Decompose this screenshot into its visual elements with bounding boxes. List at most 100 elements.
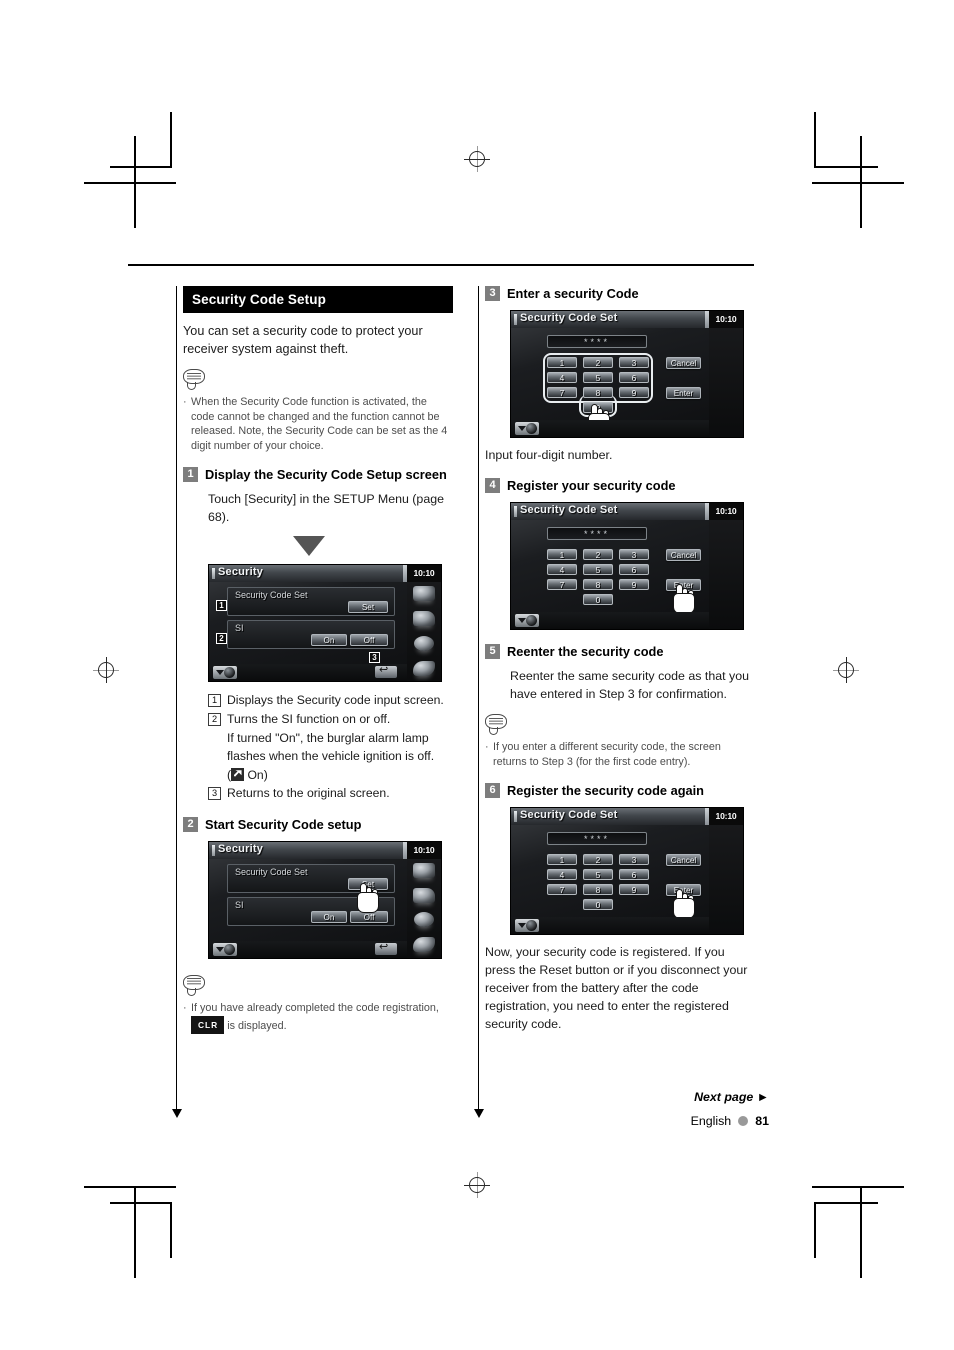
next-page-link[interactable]: Next page ► (694, 1090, 769, 1104)
source-icon-4[interactable] (407, 933, 441, 958)
callout-text-detail: If turned "On", the burglar alarm lamp f… (227, 730, 435, 764)
list-item: 3 Returns to the original screen. (208, 784, 453, 803)
return-button[interactable] (375, 663, 397, 679)
screen-security-1: Security 10:10 Security Code Set Set 1 S… (208, 564, 442, 683)
key-6[interactable]: 6 (619, 869, 649, 881)
key-8[interactable]: 8 (583, 579, 613, 590)
step-title: Enter a security Code (507, 286, 639, 301)
volume-down-icon[interactable] (213, 942, 237, 956)
left-column-guide (172, 286, 182, 1118)
key-5[interactable]: 5 (583, 869, 613, 881)
callout-text: Returns to the original screen. (227, 786, 390, 801)
key-1[interactable]: 1 (547, 549, 577, 560)
step-6-caption: Now, your security code is registered. I… (485, 945, 748, 1032)
return-button[interactable] (375, 940, 397, 955)
key-2[interactable]: 2 (583, 549, 613, 560)
step-number: 2 (183, 816, 198, 832)
source-icon-3[interactable] (407, 632, 441, 657)
step-title: Register your security code (507, 478, 676, 493)
screen-source-rail (709, 328, 743, 437)
key-1[interactable]: 1 (547, 854, 577, 866)
cancel-button[interactable]: Cancel (666, 357, 701, 369)
row-label: SI (235, 623, 244, 634)
key-3[interactable]: 3 (619, 854, 649, 866)
callout-number: 3 (208, 787, 221, 801)
key-4[interactable]: 4 (547, 869, 577, 881)
volume-down-icon[interactable] (213, 666, 237, 680)
source-icon-1[interactable] (407, 859, 441, 884)
volume-down-icon[interactable] (515, 614, 539, 627)
row-si[interactable]: SI On Off (227, 620, 395, 650)
cancel-button[interactable]: Cancel (666, 549, 701, 561)
cancel-button[interactable]: Cancel (666, 854, 701, 867)
si-on-button[interactable]: On (311, 634, 347, 647)
row-label: SI (235, 899, 244, 910)
callout-marker-1: 1 (216, 600, 227, 612)
key-4[interactable]: 4 (547, 564, 577, 575)
volume-down-icon[interactable] (515, 919, 539, 933)
screen-titlebar: Security Code Set (511, 311, 709, 328)
source-icon-1[interactable] (407, 582, 441, 607)
key-8[interactable]: 8 (583, 387, 613, 398)
key-4[interactable]: 4 (547, 372, 577, 383)
page-footer: English 81 (691, 1114, 769, 1128)
callout-marker-2: 2 (216, 633, 227, 645)
key-7[interactable]: 7 (547, 884, 577, 896)
key-1[interactable]: 1 (547, 357, 577, 368)
screen-source-rail (407, 858, 441, 958)
row-label: Security Code Set (235, 866, 308, 877)
pointer-hand-icon (355, 882, 381, 913)
key-7[interactable]: 7 (547, 579, 577, 590)
key-2[interactable]: 2 (583, 854, 613, 866)
key-9[interactable]: 9 (619, 884, 649, 896)
set-button[interactable]: Set (348, 601, 388, 614)
flow-arrow-icon (293, 536, 325, 557)
volume-down-icon[interactable] (515, 422, 539, 435)
key-9[interactable]: 9 (619, 579, 649, 590)
key-8[interactable]: 8 (583, 884, 613, 896)
source-icon-2[interactable] (407, 607, 441, 632)
note-bullet: · (183, 1001, 187, 1014)
key-5[interactable]: 5 (583, 564, 613, 575)
code-display: **** (547, 335, 647, 348)
list-item: 2 Turns the SI function on or off. If tu… (208, 710, 453, 784)
step-number: 5 (485, 644, 500, 659)
key-9[interactable]: 9 (619, 387, 649, 398)
step-1: 1 Display the Security Code Setup screen (183, 467, 453, 483)
footer-bullet-icon (738, 1116, 749, 1126)
note-block-1: · When the Security Code function is act… (183, 369, 453, 453)
key-2[interactable]: 2 (583, 357, 613, 368)
key-3[interactable]: 3 (619, 357, 649, 368)
pointer-hand-icon (671, 888, 697, 920)
step-2: 2 Start Security Code setup (183, 816, 453, 832)
callout-text: Displays the Security code input screen. (227, 693, 444, 708)
source-icon-4[interactable] (407, 657, 441, 682)
si-off-button[interactable]: Off (350, 634, 388, 647)
screen-titlebar: Security Code Set (511, 503, 709, 520)
screen-title: Security (211, 842, 264, 856)
code-display: **** (547, 832, 647, 846)
step-title: Reenter the security code (507, 644, 664, 659)
si-on-button[interactable]: On (311, 910, 347, 923)
note-bubble-icon (485, 714, 511, 736)
note-text: If you enter a different security code, … (493, 741, 721, 768)
key-0[interactable]: 0 (583, 594, 613, 605)
screen-security-2: Security 10:10 Security Code Set Set SI … (208, 840, 442, 959)
key-5[interactable]: 5 (583, 372, 613, 383)
source-icon-2[interactable] (407, 884, 441, 909)
key-6[interactable]: 6 (619, 372, 649, 383)
row-security-code-set[interactable]: Security Code Set Set (227, 587, 395, 617)
key-7[interactable]: 7 (547, 387, 577, 398)
source-icon-3[interactable] (407, 908, 441, 933)
clr-badge: CLR (191, 1015, 225, 1035)
note-bubble-icon (183, 974, 209, 997)
enter-button[interactable]: Enter (666, 387, 701, 399)
key-0[interactable]: 0 (583, 899, 613, 911)
callout-number: 2 (208, 712, 221, 726)
key-6[interactable]: 6 (619, 564, 649, 575)
header-rule (128, 264, 754, 266)
callout-default-value: On) (244, 767, 268, 782)
key-3[interactable]: 3 (619, 549, 649, 560)
screen-titlebar: Security (209, 565, 407, 583)
right-column: 3 Enter a security Code Security Code Se… (485, 286, 757, 1033)
